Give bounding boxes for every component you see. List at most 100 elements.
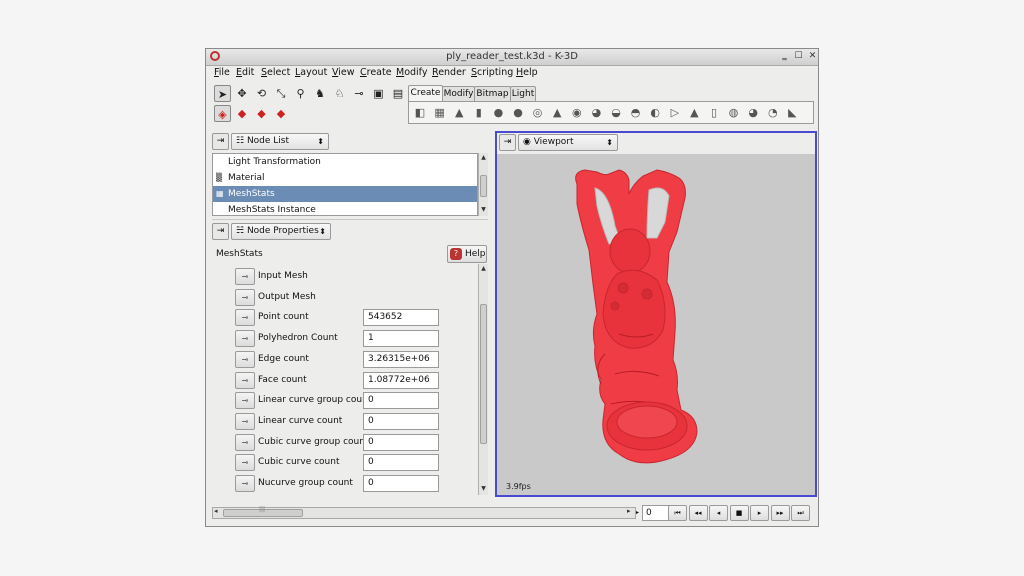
property-value-field[interactable]: 3.26315e+06 bbox=[363, 350, 439, 368]
grid-icon[interactable]: ▦ bbox=[433, 106, 447, 120]
tab-modify[interactable]: Modify bbox=[442, 86, 475, 101]
scroll-left-icon[interactable]: ◂ bbox=[214, 507, 218, 515]
node-properties-combo[interactable]: ☵ Node Properties ⬍ bbox=[231, 223, 331, 240]
menu-create[interactable]: Create bbox=[360, 67, 392, 78]
snap-icon[interactable]: ⚲ bbox=[292, 85, 309, 102]
torus-icon[interactable]: ◎ bbox=[531, 106, 545, 120]
property-value-field[interactable]: 1 bbox=[363, 330, 439, 348]
property-value-field[interactable]: 0 bbox=[363, 475, 439, 492]
pin-panel-icon[interactable]: ⇥ bbox=[212, 133, 229, 150]
parent-icon[interactable]: ♞ bbox=[312, 85, 329, 102]
scroll-thumb[interactable] bbox=[480, 304, 487, 444]
menu-help[interactable]: Help bbox=[516, 67, 538, 78]
nurbs-disk-icon[interactable]: ◉ bbox=[570, 106, 584, 120]
cube-icon[interactable]: ◧ bbox=[413, 106, 427, 120]
properties-scrollbar[interactable]: ▲ ▼ bbox=[478, 264, 488, 495]
render-animation-icon[interactable]: ▤ bbox=[390, 85, 407, 102]
viewport-panel[interactable]: ⇥ ◉ Viewport ⬍ 3.9fps bbox=[495, 131, 817, 497]
nurbs-patch-icon[interactable]: ◐ bbox=[648, 106, 662, 120]
scroll-down-icon[interactable]: ▼ bbox=[479, 205, 488, 214]
move-icon[interactable]: ✥ bbox=[234, 85, 251, 102]
scroll-up-icon[interactable]: ▲ bbox=[479, 153, 488, 162]
scroll-right-icon[interactable]: ▸ bbox=[627, 507, 631, 515]
tab-light[interactable]: Light bbox=[510, 86, 536, 101]
tab-create[interactable]: Create bbox=[408, 85, 443, 101]
nurbs-hyperboloid-icon[interactable]: ◒ bbox=[609, 106, 623, 120]
cylinder-icon[interactable]: ▮ bbox=[472, 106, 486, 120]
select-edges-icon[interactable]: ◆ bbox=[253, 105, 270, 122]
quadric-sphere-icon[interactable]: ◕ bbox=[746, 106, 760, 120]
close-icon[interactable]: ✕ bbox=[807, 51, 818, 62]
viewport-canvas[interactable]: 3.9fps bbox=[497, 154, 815, 495]
pin-panel-icon[interactable]: ⇥ bbox=[499, 134, 516, 151]
timeline-scrollbar[interactable]: ◂ ||| ▸ bbox=[212, 506, 636, 519]
plug-icon[interactable]: ⊸ bbox=[351, 85, 368, 102]
go-to-end-button[interactable]: ⏭ bbox=[791, 505, 810, 521]
quadric-paraboloid-icon[interactable]: ◣ bbox=[785, 106, 799, 120]
panel-divider[interactable] bbox=[212, 219, 488, 220]
quadric-cone-icon[interactable]: ▲ bbox=[687, 106, 701, 120]
step-back-fast-button[interactable]: ◂◂ bbox=[688, 505, 708, 521]
select-faces-icon[interactable]: ◆ bbox=[273, 105, 290, 122]
property-value-field[interactable]: 0 bbox=[363, 412, 439, 430]
select-arrow-icon[interactable]: ➤ bbox=[214, 85, 231, 102]
connect-plug-icon[interactable]: ⊸ bbox=[235, 268, 255, 285]
connect-plug-icon[interactable]: ⊸ bbox=[235, 288, 255, 306]
sphere-icon[interactable]: ● bbox=[491, 106, 505, 120]
connect-plug-icon[interactable]: ⊸ bbox=[235, 350, 255, 368]
connect-plug-icon[interactable]: ⊸ bbox=[235, 433, 255, 451]
menu-edit[interactable]: Edit bbox=[236, 67, 254, 78]
menu-modify[interactable]: Modify bbox=[396, 67, 428, 78]
menu-view[interactable]: View bbox=[332, 67, 355, 78]
nurbs-paraboloid-icon[interactable]: ◓ bbox=[629, 106, 643, 120]
render-frame-icon[interactable]: ▣ bbox=[370, 85, 387, 102]
menu-render[interactable]: Render bbox=[432, 67, 466, 78]
pin-panel-icon[interactable]: ⇥ bbox=[212, 223, 229, 240]
step-forward-fast-button[interactable]: ▸▸ bbox=[770, 505, 790, 521]
go-to-start-button[interactable]: ⏮ bbox=[668, 505, 687, 521]
rotate-icon[interactable]: ⟲ bbox=[253, 85, 270, 102]
frame-spin-icon[interactable]: ▸ bbox=[633, 506, 642, 520]
sphere-dark-icon[interactable]: ● bbox=[511, 106, 525, 120]
property-value-field[interactable]: 543652 bbox=[363, 309, 439, 327]
list-item[interactable]: ▒ Material bbox=[213, 170, 477, 186]
connect-plug-icon[interactable]: ⊸ bbox=[235, 371, 255, 389]
scroll-thumb[interactable] bbox=[480, 175, 487, 197]
play-reverse-button[interactable]: ◂ bbox=[709, 505, 728, 521]
list-item[interactable]: Light Transformation bbox=[213, 154, 477, 170]
play-shape-icon[interactable]: ▷ bbox=[668, 106, 682, 120]
quadric-disk-icon[interactable]: ◍ bbox=[727, 106, 741, 120]
nurbs-sphere-icon[interactable]: ◕ bbox=[589, 106, 603, 120]
property-value-field[interactable]: 0 bbox=[363, 454, 439, 472]
minimize-icon[interactable]: ‗ bbox=[779, 51, 790, 62]
node-list-combo[interactable]: ☷ Node List ⬍ bbox=[231, 133, 329, 150]
property-value-field[interactable]: 0 bbox=[363, 433, 439, 451]
stop-button[interactable]: ■ bbox=[729, 505, 749, 521]
property-value-field[interactable]: 1.08772e+06 bbox=[363, 371, 439, 389]
quadric-torus-icon[interactable]: ◔ bbox=[766, 106, 780, 120]
menu-layout[interactable]: Layout bbox=[295, 67, 327, 78]
property-value-field[interactable]: 0 bbox=[363, 392, 439, 410]
scale-icon[interactable]: ⤡ bbox=[273, 85, 290, 102]
connect-plug-icon[interactable]: ⊸ bbox=[235, 392, 255, 410]
connect-plug-icon[interactable]: ⊸ bbox=[235, 412, 255, 430]
help-button[interactable]: ? Help bbox=[447, 245, 487, 263]
select-nodes-icon[interactable]: ◈ bbox=[214, 105, 231, 122]
tab-bitmap[interactable]: Bitmap bbox=[474, 86, 511, 101]
cone-icon[interactable]: ▲ bbox=[452, 106, 466, 120]
connect-plug-icon[interactable]: ⊸ bbox=[235, 454, 255, 472]
viewport-combo[interactable]: ◉ Viewport ⬍ bbox=[518, 134, 618, 151]
connect-plug-icon[interactable]: ⊸ bbox=[235, 309, 255, 327]
select-points-icon[interactable]: ◆ bbox=[234, 105, 251, 122]
quadric-cylinder-icon[interactable]: ▯ bbox=[707, 106, 721, 120]
connect-plug-icon[interactable]: ⊸ bbox=[235, 475, 255, 492]
menu-scripting[interactable]: Scripting bbox=[471, 67, 513, 78]
list-item[interactable]: ▦ MeshStats bbox=[213, 186, 477, 202]
node-list-scrollbar[interactable]: ▲ ▼ bbox=[478, 153, 488, 216]
scroll-down-icon[interactable]: ▼ bbox=[479, 484, 488, 493]
maximize-icon[interactable]: ☐ bbox=[793, 51, 804, 62]
unparent-icon[interactable]: ♘ bbox=[331, 85, 348, 102]
list-item[interactable]: MeshStats Instance bbox=[213, 202, 477, 215]
menu-file[interactable]: File bbox=[214, 67, 230, 78]
scroll-up-icon[interactable]: ▲ bbox=[479, 264, 488, 273]
